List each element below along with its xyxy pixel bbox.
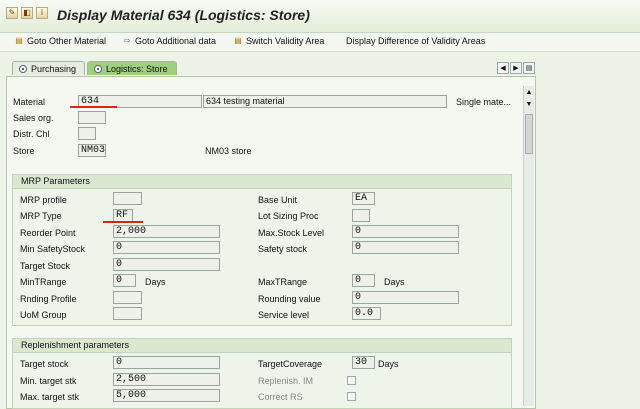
replenish-im-label: Replenish. IM [258,376,314,386]
goto-other-material-button[interactable]: ▤ Goto Other Material [14,36,106,46]
distr-chl-field[interactable] [78,127,96,140]
max-stock-label: Max.Stock Level [258,228,325,238]
tab-strip: Purchasing Logistics: Store [12,61,177,76]
tab-logistics-store[interactable]: Logistics: Store [87,61,177,75]
scroll-down-icon[interactable]: ▼ [524,99,534,109]
switch-validity-area-button[interactable]: ▤ Switch Validity Area [233,36,324,46]
base-unit-label: Base Unit [258,195,298,205]
switch-validity-area-label: Switch Validity Area [246,36,325,46]
tab-scroll-left-icon[interactable]: ◀ [497,62,509,74]
scroll-up-icon[interactable]: ▲ [524,87,534,97]
replenishment-parameters-title: Replenishment parameters [13,339,511,353]
uom-group-label: UoM Group [20,310,67,320]
title-icons: ✎ ◧ i [6,7,48,19]
rounding-value-label: Rounding value [258,294,321,304]
repl-target-stock-field[interactable]: 0 [113,356,220,369]
switch-validity-area-icon: ▤ [234,36,242,45]
goto-additional-data-icon: ⇨ [123,36,131,45]
goto-additional-data-label: Goto Additional data [135,36,217,46]
store-field[interactable]: NM03 [78,144,106,157]
distr-chl-label: Distr. Chl [13,129,50,139]
material-label: Material [13,97,46,107]
min-trange-unit: Days [145,277,166,287]
max-trange-field[interactable]: 0 [352,274,375,287]
page-title: Display Material 634 (Logistics: Store) [57,7,310,23]
safety-stock-label: Safety stock [258,244,308,254]
target-coverage-label: TargetCoverage [258,359,323,369]
correct-rs-checkbox[interactable] [347,392,356,401]
reorder-point-field[interactable]: 2,000 [113,225,220,238]
service-level-label: Service level [258,310,310,320]
material-type-text: Single mate... [456,97,512,107]
correct-rs-label: Correct RS [258,392,303,402]
lot-sizing-label: Lot Sizing Proc [258,211,319,221]
mrp-parameters-title: MRP Parameters [13,175,511,189]
scrollbar-thumb[interactable] [525,114,533,154]
store-label: Store [13,146,35,156]
rnding-profile-field[interactable] [113,291,142,304]
min-trange-label: MinTRange [20,277,67,287]
safety-stock-field[interactable]: 0 [352,241,459,254]
sales-org-label: Sales org. [13,113,54,123]
max-trange-unit: Days [384,277,405,287]
mrp-type-label: MRP Type [20,211,62,221]
target-stock-field[interactable]: 0 [113,258,220,271]
tab-status-icon [94,64,103,73]
min-safety-stock-field[interactable]: 0 [113,241,220,254]
store-description: NM03 store [205,146,252,156]
annotation-underline-mrp-type [103,221,143,223]
application-toolbar: ▤ Goto Other Material ⇨ Goto Additional … [0,33,640,52]
max-target-stk-label: Max. target stk [20,392,80,402]
rounding-value-field[interactable]: 0 [352,291,459,304]
material-description-field[interactable]: 634 testing material [203,95,447,108]
sales-org-field[interactable] [78,111,106,124]
tab-purchasing[interactable]: Purchasing [12,61,86,75]
display-difference-label: Display Difference of Validity Areas [346,36,486,46]
tab-purchasing-label: Purchasing [31,63,77,74]
goto-additional-data-button[interactable]: ⇨ Goto Additional data [122,36,216,46]
min-target-stk-field[interactable]: 2,500 [113,373,220,386]
tab-status-icon [19,64,27,73]
goto-other-material-icon: ▤ [15,36,23,45]
target-coverage-unit: Days [378,359,399,369]
max-trange-label: MaxTRange [258,277,308,287]
title-bar: ✎ ◧ i Display Material 634 (Logistics: S… [0,0,640,33]
mrp-profile-label: MRP profile [20,195,67,205]
annotation-underline-material [70,106,117,108]
target-coverage-field[interactable]: 30 [352,356,375,369]
min-safety-stock-label: Min SafetyStock [20,244,86,254]
reorder-point-label: Reorder Point [20,228,76,238]
replenish-im-checkbox[interactable] [347,376,356,385]
mrp-profile-field[interactable] [113,192,142,205]
tab-list-icon[interactable]: ▤ [523,62,535,74]
max-target-stk-field[interactable]: 5,000 [113,389,220,402]
base-unit-field[interactable]: EA [352,192,375,205]
display-change-icon[interactable]: ✎ [6,7,18,19]
target-stock-label: Target Stock [20,261,71,271]
vertical-scrollbar[interactable]: ▲ ▼ [523,86,534,406]
min-trange-field[interactable]: 0 [113,274,136,287]
tab-logistics-store-label: Logistics: Store [106,63,168,74]
mode-icon[interactable]: ◧ [21,7,33,19]
lot-sizing-field[interactable] [352,209,370,222]
tab-scroll-right-icon[interactable]: ▶ [510,62,522,74]
max-stock-field[interactable]: 0 [352,225,459,238]
uom-group-field[interactable] [113,307,142,320]
service-level-field[interactable]: 0.0 [352,307,381,320]
goto-other-material-label: Goto Other Material [27,36,107,46]
info-icon[interactable]: i [36,7,48,19]
display-difference-button[interactable]: Display Difference of Validity Areas [346,36,485,46]
min-target-stk-label: Min. target stk [20,376,77,386]
rnding-profile-label: Rnding Profile [20,294,77,304]
repl-target-stock-label: Target stock [20,359,69,369]
